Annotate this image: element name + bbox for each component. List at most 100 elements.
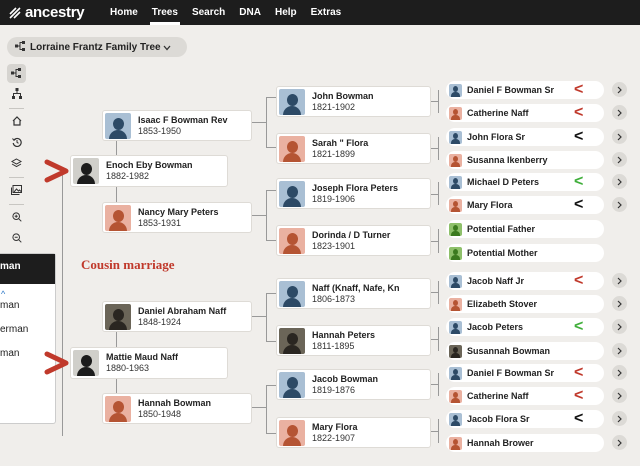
panel-list-item[interactable]: erman (0, 323, 55, 347)
ancestor-pill[interactable]: Susanna Ikenberry (446, 151, 604, 169)
person-card-isaac-f-bowman-rev[interactable]: Isaac F Bowman Rev 1853-1950 (102, 110, 252, 141)
person-card-jacob-bowman[interactable]: Jacob Bowman 1819-1876 (276, 369, 431, 400)
nav-dna[interactable]: DNA (239, 0, 261, 25)
expand-ancestors-button[interactable] (612, 152, 627, 167)
male-avatar-icon (449, 175, 462, 189)
tree-connector (438, 281, 439, 304)
chevron-down-icon (163, 38, 171, 56)
person-lifespan: 1823-1901 (312, 240, 356, 251)
male-avatar-icon (449, 412, 462, 426)
tree-connector (438, 137, 439, 160)
panel-header[interactable]: man (0, 254, 55, 284)
tree-connector (431, 384, 438, 385)
tree-connector (266, 97, 276, 98)
female-avatar-icon (449, 153, 462, 167)
person-card-sarah-flora[interactable]: Sarah " Flora 1821-1899 (276, 133, 431, 164)
person-photo (105, 303, 131, 330)
person-photo (73, 158, 99, 184)
expand-ancestors-button[interactable] (612, 411, 627, 426)
tree-connector (431, 292, 438, 293)
descendant-view-button[interactable] (7, 85, 26, 104)
ancestor-name: John Flora Sr (467, 132, 526, 142)
person-card-john-bowman[interactable]: John Bowman 1821-1902 (276, 86, 431, 117)
media-gallery-button[interactable] (7, 181, 26, 200)
person-lifespan: 1821-1899 (312, 148, 356, 159)
ancestor-pill[interactable]: Potential Mother (446, 244, 604, 262)
person-photo (449, 344, 462, 358)
tree-connector (438, 229, 439, 253)
expand-ancestors-button[interactable] (612, 343, 627, 358)
red-arrow-marker-icon (44, 159, 69, 183)
nav-search[interactable]: Search (192, 0, 225, 25)
expand-ancestors-button[interactable] (612, 296, 627, 311)
ancestor-pill[interactable]: Elizabeth Stover (446, 295, 604, 313)
tree-connector (431, 194, 438, 195)
ancestor-pill[interactable]: Susannah Bowman (446, 342, 604, 360)
zoom-out-button[interactable] (7, 229, 26, 248)
person-card-naff-knaff-nafe[interactable]: Naff (Knaff, Nafe, Kn 1806-1873 (276, 278, 431, 309)
panel-list-item[interactable]: man (0, 299, 55, 323)
chevron-right-icon (617, 81, 622, 99)
chevron-up-icon[interactable]: ^ (1, 289, 55, 299)
expand-ancestors-button[interactable] (612, 435, 627, 450)
annotation-mark: < (574, 196, 584, 213)
zoom-in-button[interactable] (7, 208, 26, 227)
pedigree-view-button[interactable] (7, 64, 26, 83)
female-avatar-icon (279, 135, 305, 162)
chevron-right-icon (617, 434, 622, 452)
expand-ancestors-button[interactable] (612, 273, 627, 288)
ancestry-logo[interactable]: ancestry (8, 4, 96, 21)
expand-ancestors-button[interactable] (612, 365, 627, 380)
tree-connector (266, 147, 276, 148)
toolbar-divider (9, 108, 24, 109)
female-avatar-icon (449, 106, 462, 120)
nav-extras[interactable]: Extras (311, 0, 342, 25)
tree-selector-dropdown[interactable]: Lorraine Frantz Family Tree (7, 37, 187, 57)
ancestor-pill[interactable]: Potential Father (446, 220, 604, 238)
person-card-daniel-abraham-naff[interactable]: Daniel Abraham Naff 1848-1924 (102, 301, 252, 332)
person-lifespan: 1882-1982 (106, 171, 150, 181)
expand-ancestors-button[interactable] (612, 129, 627, 144)
tree-connector (438, 90, 439, 113)
person-card-enoch-eby-bowman[interactable]: Enoch Eby Bowman 1882-1982 (70, 155, 228, 187)
tree-connector (252, 407, 266, 408)
annotation-mark: < (574, 364, 584, 381)
person-name: Jacob Bowman (312, 373, 379, 384)
expand-ancestors-button[interactable] (612, 388, 627, 403)
expand-ancestors-button[interactable] (612, 319, 627, 334)
nav-home[interactable]: Home (110, 0, 138, 25)
expand-ancestors-button[interactable] (612, 197, 627, 212)
person-lifespan: 1819-1876 (312, 384, 356, 395)
tree-name: Lorraine Frantz Family Tree (30, 41, 161, 53)
annotation-mark: < (574, 410, 584, 427)
nav-help[interactable]: Help (275, 0, 297, 25)
nav-trees[interactable]: Trees (149, 0, 181, 25)
gallery-icon (11, 182, 22, 200)
ancestor-name: Susanna Ikenberry (467, 155, 548, 165)
annotation-mark: < (574, 81, 584, 98)
person-lifespan: 1811-1895 (312, 340, 355, 351)
expand-ancestors-button[interactable] (612, 82, 627, 97)
person-card-nancy-mary-peters[interactable]: Nancy Mary Peters 1853-1931 (102, 202, 252, 233)
person-card-joseph-flora-peters[interactable]: Joseph Flora Peters 1819-1906 (276, 178, 431, 209)
red-arrow-marker-icon (44, 351, 69, 375)
home-person-button[interactable] (7, 112, 26, 131)
person-card-hannah-bowman[interactable]: Hannah Bowman 1850-1948 (102, 393, 252, 424)
male-avatar-icon (449, 366, 462, 380)
chevron-right-icon (617, 128, 622, 146)
tree-connector (431, 339, 438, 340)
person-card-hannah-peters[interactable]: Hannah Peters 1811-1895 (276, 325, 431, 356)
ancestor-pill[interactable]: Hannah Brower (446, 434, 604, 452)
history-button[interactable] (7, 133, 26, 152)
expand-ancestors-button[interactable] (612, 105, 627, 120)
home-icon (12, 113, 22, 131)
male-avatar-icon (279, 180, 305, 207)
layers-button[interactable] (7, 154, 26, 173)
annotation-mark: < (574, 387, 584, 404)
expand-ancestors-button[interactable] (612, 174, 627, 189)
person-card-mary-flora[interactable]: Mary Flora 1822-1907 (276, 417, 431, 448)
person-card-dorinda-d-turner[interactable]: Dorinda / D Turner 1823-1901 (276, 225, 431, 256)
annotation-mark: < (574, 173, 584, 190)
male-avatar-icon (279, 280, 305, 307)
person-card-mattie-maud-naff[interactable]: Mattie Maud Naff 1880-1963 (70, 347, 228, 379)
